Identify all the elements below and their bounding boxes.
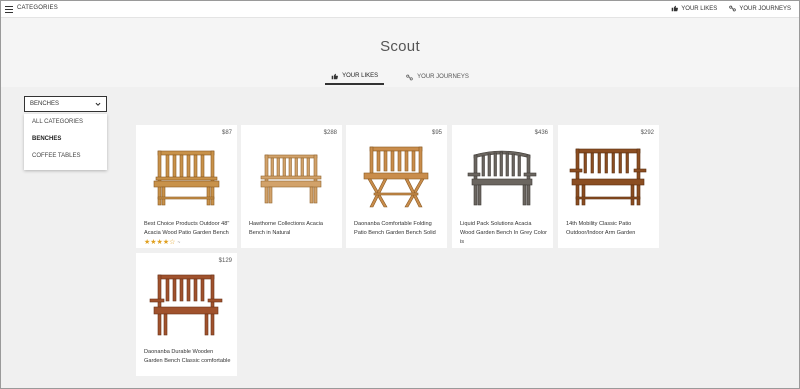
journey-icon — [729, 5, 737, 12]
product-price: $87 — [221, 130, 232, 136]
product-image — [569, 148, 647, 206]
thumbs-up-icon — [671, 5, 679, 12]
product-card[interactable]: $95 Daonanba Comfortable Folding Patio B… — [346, 125, 447, 248]
product-card[interactable]: $288 Hawthorne Collections Acacia Bench … — [241, 125, 342, 248]
category-menu: ALL CATEGORIES BENCHES COFFEE TABLES — [24, 114, 107, 170]
top-bar: CATEGORIES YOUR LIKES YOUR JOURNEYS — [1, 1, 799, 18]
chevron-down-icon — [95, 102, 101, 106]
product-price: $436 — [534, 130, 548, 136]
product-card[interactable]: $436 Liquid Pack Solutions Acacia Wood G… — [452, 125, 553, 248]
product-name: Liquid Pack Solutions Acacia Wood Garden… — [460, 221, 547, 245]
journey-icon — [406, 74, 413, 80]
hamburger-icon[interactable] — [5, 6, 13, 13]
product-rating: ★★★★☆ ~ — [144, 238, 180, 246]
menu-item-benches[interactable]: BENCHES — [24, 131, 107, 148]
product-name: Hawthorne Collections Acacia Bench in Na… — [249, 221, 323, 236]
top-nav: YOUR LIKES YOUR JOURNEYS — [671, 5, 791, 12]
tab-label: YOUR JOURNEYS — [417, 74, 469, 80]
tab-label: YOUR LIKES — [342, 73, 379, 79]
category-dropdown[interactable]: BENCHES — [24, 96, 107, 112]
product-name: Daonanba Comfortable Folding Patio Bench… — [354, 221, 436, 236]
product-name: Daonanba Durable Wooden Garden Bench Cla… — [144, 349, 231, 364]
page-title: Scout — [380, 38, 420, 55]
menu-item-coffee-tables[interactable]: COFFEE TABLES — [24, 148, 107, 165]
thumbs-up-icon — [331, 73, 339, 79]
tab-your-journeys[interactable]: YOUR JOURNEYS — [400, 69, 475, 85]
product-image — [260, 154, 322, 204]
product-price: $288 — [323, 130, 337, 136]
product-price: $95 — [431, 130, 442, 136]
product-card[interactable]: $87 Best Choice Products Outdoor 48" Aca… — [136, 125, 237, 248]
app-window: CATEGORIES YOUR LIKES YOUR JOURNEYS Scou… — [0, 0, 800, 389]
product-image — [467, 150, 537, 206]
product-card[interactable]: $292 14th Mobility Classic Patio Outdoor… — [558, 125, 659, 248]
product-price: $292 — [640, 130, 654, 136]
product-image — [149, 274, 223, 336]
product-price: $129 — [218, 258, 232, 264]
product-name: 14th Mobility Classic Patio Outdoor/Indo… — [566, 221, 636, 236]
product-image — [363, 146, 429, 208]
product-image — [153, 150, 220, 206]
tab-bar: YOUR LIKES YOUR JOURNEYS — [1, 69, 799, 85]
top-nav-your-likes[interactable]: YOUR LIKES — [671, 5, 717, 12]
your-likes-label: YOUR LIKES — [681, 5, 718, 12]
menu-item-all-categories[interactable]: ALL CATEGORIES — [24, 114, 107, 131]
tab-your-likes[interactable]: YOUR LIKES — [325, 69, 385, 85]
product-name: Best Choice Products Outdoor 48" Acacia … — [144, 221, 230, 236]
product-card[interactable]: $129 Daonanba Durable Wooden Garden Benc… — [136, 253, 237, 376]
categories-link[interactable]: CATEGORIES — [17, 5, 58, 11]
rating-count: ~ — [177, 240, 181, 246]
top-nav-your-journeys[interactable]: YOUR JOURNEYS — [729, 5, 791, 12]
rating-stars: ★★★★☆ — [144, 239, 176, 246]
dropdown-selected: BENCHES — [30, 101, 60, 107]
your-journeys-label: YOUR JOURNEYS — [739, 5, 791, 12]
